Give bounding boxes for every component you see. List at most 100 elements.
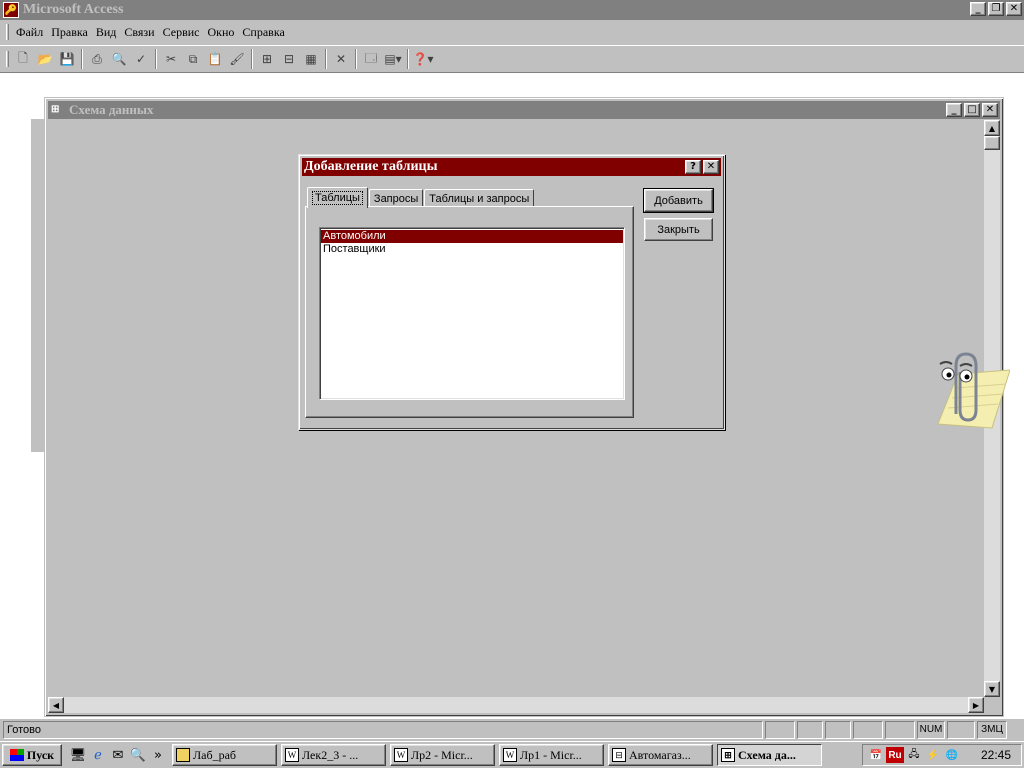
app-minimize-button[interactable]: _: [970, 2, 986, 16]
paste-icon[interactable]: 📋: [204, 48, 226, 70]
list-item-cars[interactable]: Автомобили: [321, 230, 623, 243]
database-window-icon[interactable]: 🗔: [360, 48, 382, 70]
start-button[interactable]: Пуск: [2, 744, 62, 766]
menu-file[interactable]: Файл: [12, 25, 47, 40]
horizontal-scrollbar[interactable]: ◀ ▶: [48, 697, 984, 713]
show-table-icon[interactable]: ⊞: [256, 48, 278, 70]
more-quick-launch-icon[interactable]: »: [148, 745, 168, 765]
new-object-icon[interactable]: ▤▾: [382, 48, 404, 70]
background-database-window[interactable]: [30, 118, 44, 452]
channels-icon[interactable]: 🔍: [128, 745, 148, 765]
relationships-window-title: Схема данных: [69, 102, 154, 117]
scheduler-icon[interactable]: 📅: [867, 747, 885, 763]
child-close-button[interactable]: ✕: [982, 103, 998, 117]
clippy-icon: [937, 352, 1011, 429]
child-minimize-button[interactable]: _: [946, 103, 962, 117]
internet-explorer-icon[interactable]: ℯ: [88, 745, 108, 765]
outlook-express-icon[interactable]: ✉: [108, 745, 128, 765]
show-direct-icon[interactable]: ⊟: [278, 48, 300, 70]
show-desktop-icon[interactable]: 🖥: [68, 745, 88, 765]
list-item-suppliers[interactable]: Поставщики: [321, 243, 623, 256]
tab-panel: Автомобили Поставщики: [305, 206, 634, 418]
globe-icon[interactable]: 🌐: [943, 747, 961, 763]
cut-icon[interactable]: ✂: [160, 48, 182, 70]
show-all-icon[interactable]: ▦: [300, 48, 322, 70]
access-app-icon[interactable]: 🔑: [3, 2, 19, 18]
format-painter-icon[interactable]: 🖌: [226, 48, 248, 70]
app-caption-buttons: _ ❐ ✕: [968, 2, 1022, 16]
delete-icon[interactable]: ✕: [330, 48, 352, 70]
caps-indicator: ЗМЦ: [977, 721, 1007, 739]
num-lock-indicator: NUM: [917, 721, 945, 739]
task-label: Лр1 - Micr...: [520, 747, 582, 762]
app-close-button[interactable]: ✕: [1006, 2, 1022, 16]
status-pane: [765, 721, 795, 739]
language-indicator[interactable]: Ru: [886, 747, 904, 763]
task-word-lek2[interactable]: W Лек2_3 - ...: [281, 744, 386, 766]
task-label: Схема да...: [738, 747, 796, 762]
table-listbox[interactable]: Автомобили Поставщики: [319, 227, 625, 400]
start-label: Пуск: [26, 747, 55, 762]
toolbar-separator: [355, 49, 357, 69]
power-icon[interactable]: ⚡: [924, 747, 942, 763]
close-button[interactable]: Закрыть: [644, 218, 713, 241]
toolbar-separator: [81, 49, 83, 69]
toolbar: 🗋 📂 💾 ⎙ 🔍 ✓ ✂ ⧉ 📋 🖌 ⊞ ⊟ ▦ ✕ 🗔 ▤▾ ❓▾: [0, 45, 1024, 73]
menu-relationships[interactable]: Связи: [120, 25, 158, 40]
toolbar-separator: [325, 49, 327, 69]
tab-tables-label: Таблицы: [312, 191, 363, 205]
toolbar-grip[interactable]: [6, 51, 9, 67]
help-icon[interactable]: ❓▾: [412, 48, 434, 70]
word-document-icon: W: [394, 748, 408, 762]
office-assistant[interactable]: [918, 348, 1011, 434]
scroll-up-button[interactable]: ▲: [984, 120, 1000, 136]
word-document-icon: W: [503, 748, 517, 762]
copy-icon[interactable]: ⧉: [182, 48, 204, 70]
clock[interactable]: 22:45: [981, 748, 1011, 762]
relationships-window-title-bar[interactable]: ⊞ Схема данных _ □ ✕: [48, 101, 1000, 119]
scroll-right-button[interactable]: ▶: [968, 697, 984, 713]
menu-edit[interactable]: Правка: [47, 25, 92, 40]
task-label: Лек2_3 - ...: [302, 747, 359, 762]
status-pane: [947, 721, 975, 739]
toolbar-separator: [155, 49, 157, 69]
status-pane: [885, 721, 915, 739]
menu-view[interactable]: Вид: [92, 25, 121, 40]
new-icon[interactable]: 🗋: [12, 48, 34, 70]
task-relationships[interactable]: ⊞ Схема да...: [717, 744, 822, 766]
scroll-left-button[interactable]: ◀: [48, 697, 64, 713]
tab-tables-and-queries[interactable]: Таблицы и запросы: [424, 189, 535, 207]
open-icon[interactable]: 📂: [34, 48, 56, 70]
add-button[interactable]: Добавить: [643, 188, 714, 213]
windows-logo-icon: [9, 749, 24, 761]
scroll-down-button[interactable]: ▼: [984, 681, 1000, 697]
child-maximize-button[interactable]: □: [964, 103, 980, 117]
menu-help[interactable]: Справка: [238, 25, 288, 40]
tab-tables[interactable]: Таблицы: [307, 187, 368, 208]
menu-window[interactable]: Окно: [203, 25, 238, 40]
dialog-title-bar[interactable]: Добавление таблицы ? ✕: [302, 158, 721, 176]
dialog-close-button[interactable]: ✕: [703, 160, 719, 174]
task-lab-folder[interactable]: Лаб_раб: [172, 744, 277, 766]
dialog-tabs: Таблицы Запросы Таблицы и запросы: [307, 187, 535, 208]
status-pane: [797, 721, 823, 739]
dialog-help-button[interactable]: ?: [685, 160, 701, 174]
task-word-lr2[interactable]: W Лр2 - Micr...: [390, 744, 495, 766]
taskbar: Пуск 🖥 ℯ ✉ 🔍 » Лаб_раб W Лек2_3 - ... W Лр…: [0, 741, 1024, 768]
app-restore-button[interactable]: ❐: [988, 2, 1004, 16]
vertical-scroll-thumb[interactable]: [984, 136, 1000, 150]
child-caption-buttons: _ □ ✕: [944, 103, 998, 117]
app-title-bar[interactable]: 🔑 Microsoft Access _ ❐ ✕: [0, 0, 1024, 20]
tab-queries[interactable]: Запросы: [368, 189, 424, 207]
folder-icon: [176, 748, 190, 762]
menu-tools[interactable]: Сервис: [159, 25, 204, 40]
task-access-automagaz[interactable]: ⊟ Автомагаз...: [608, 744, 713, 766]
save-icon[interactable]: 💾: [56, 48, 78, 70]
menu-grip[interactable]: [6, 24, 9, 40]
spelling-icon[interactable]: ✓: [130, 48, 152, 70]
task-word-lr1[interactable]: W Лр1 - Micr...: [499, 744, 604, 766]
print-icon[interactable]: ⎙: [86, 48, 108, 70]
network-icon[interactable]: 🖧: [905, 747, 923, 763]
system-tray: 📅 Ru 🖧 ⚡ 🌐 22:45: [862, 744, 1022, 766]
print-preview-icon[interactable]: 🔍: [108, 48, 130, 70]
